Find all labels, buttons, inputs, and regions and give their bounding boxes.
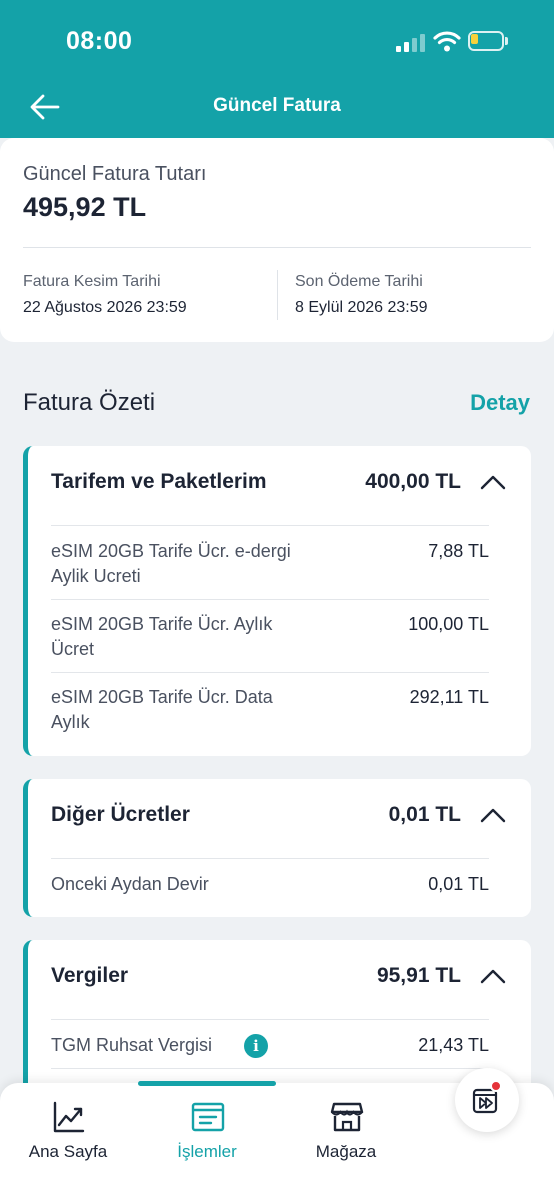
item-amount: 0,01 TL xyxy=(428,874,489,894)
page-title: Güncel Fatura xyxy=(213,95,341,116)
divider xyxy=(51,599,489,600)
group-amount: 400,00 TL xyxy=(365,470,461,493)
group-title: Diğer Ücretler xyxy=(51,803,190,826)
chevron-up-icon[interactable] xyxy=(480,807,506,823)
item-amount: 100,00 TL xyxy=(408,614,489,634)
notification-dot xyxy=(490,1080,502,1092)
item-amount: 21,43 TL xyxy=(418,1035,489,1055)
nav-item-transactions[interactable]: İşlemler xyxy=(147,1100,267,1170)
info-icon[interactable]: i xyxy=(244,1034,268,1058)
divider xyxy=(51,1019,489,1020)
invoice-summary-title: Fatura Özeti xyxy=(23,389,156,416)
group-card-tariff-packages: Tarifem ve Paketlerim 400,00 TL eSIM 20G… xyxy=(23,446,531,756)
item-amount: 7,88 TL xyxy=(428,541,489,561)
item-label: eSIM 20GB Tarife Ücr. Aylık Ücret xyxy=(51,614,273,659)
wifi-icon xyxy=(433,31,461,52)
nav-label: Ana Sayfa xyxy=(28,1142,108,1161)
group-header[interactable]: Tarifem ve Paketlerim 400,00 TL xyxy=(51,446,531,524)
nav-label: İşlemler xyxy=(177,1142,237,1161)
chevron-up-icon[interactable] xyxy=(480,474,506,490)
active-tab-indicator xyxy=(138,1081,276,1086)
nav-item-home[interactable]: Ana Sayfa xyxy=(8,1100,128,1170)
divider xyxy=(51,525,489,526)
item-amount: 292,11 TL xyxy=(409,687,489,707)
total-amount-label: Güncel Fatura Tutarı xyxy=(23,163,207,185)
store-icon xyxy=(330,1102,364,1132)
chart-line-icon xyxy=(53,1101,85,1133)
cut-date-label: Fatura Kesim Tarihi xyxy=(23,273,161,290)
chevron-up-icon[interactable] xyxy=(480,968,506,984)
group-header[interactable]: Vergiler 95,91 TL xyxy=(51,940,531,1018)
detail-link[interactable]: Detay xyxy=(470,390,530,416)
item-label: eSIM 20GB Tarife Ücr. e-dergi Aylik Ucre… xyxy=(51,541,291,586)
group-title: Vergiler xyxy=(51,964,129,987)
divider xyxy=(51,1068,489,1069)
cut-date-value: 22 Ağustos 2026 23:59 xyxy=(23,299,187,316)
group-amount: 95,91 TL xyxy=(376,964,461,987)
divider xyxy=(51,672,489,673)
divider xyxy=(23,247,531,248)
total-amount-value: 495,92 TL xyxy=(23,192,147,222)
status-time: 08:00 xyxy=(66,27,133,55)
media-fab-button[interactable] xyxy=(455,1068,519,1132)
nav-item-store[interactable]: Mağaza xyxy=(286,1100,406,1170)
divider xyxy=(277,270,278,320)
group-title: Tarifem ve Paketlerim xyxy=(51,470,267,493)
due-date-label: Son Ödeme Tarihi xyxy=(295,273,423,290)
group-amount: 0,01 TL xyxy=(388,803,461,826)
due-date-value: 8 Eylül 2026 23:59 xyxy=(295,299,428,316)
divider xyxy=(51,858,489,859)
item-label: Onceki Aydan Devir xyxy=(51,874,209,894)
receipt-list-icon xyxy=(191,1102,225,1132)
group-header[interactable]: Diğer Ücretler 0,01 TL xyxy=(51,779,531,857)
battery-icon xyxy=(468,31,508,51)
cellular-signal-icon xyxy=(396,32,426,52)
status-bar: 08:00 xyxy=(0,0,554,80)
group-card-other-fees: Diğer Ücretler 0,01 TL Onceki Aydan Devi… xyxy=(23,779,531,917)
nav-label: Mağaza xyxy=(315,1142,377,1161)
item-label: eSIM 20GB Tarife Ücr. Data Aylık xyxy=(51,687,273,732)
